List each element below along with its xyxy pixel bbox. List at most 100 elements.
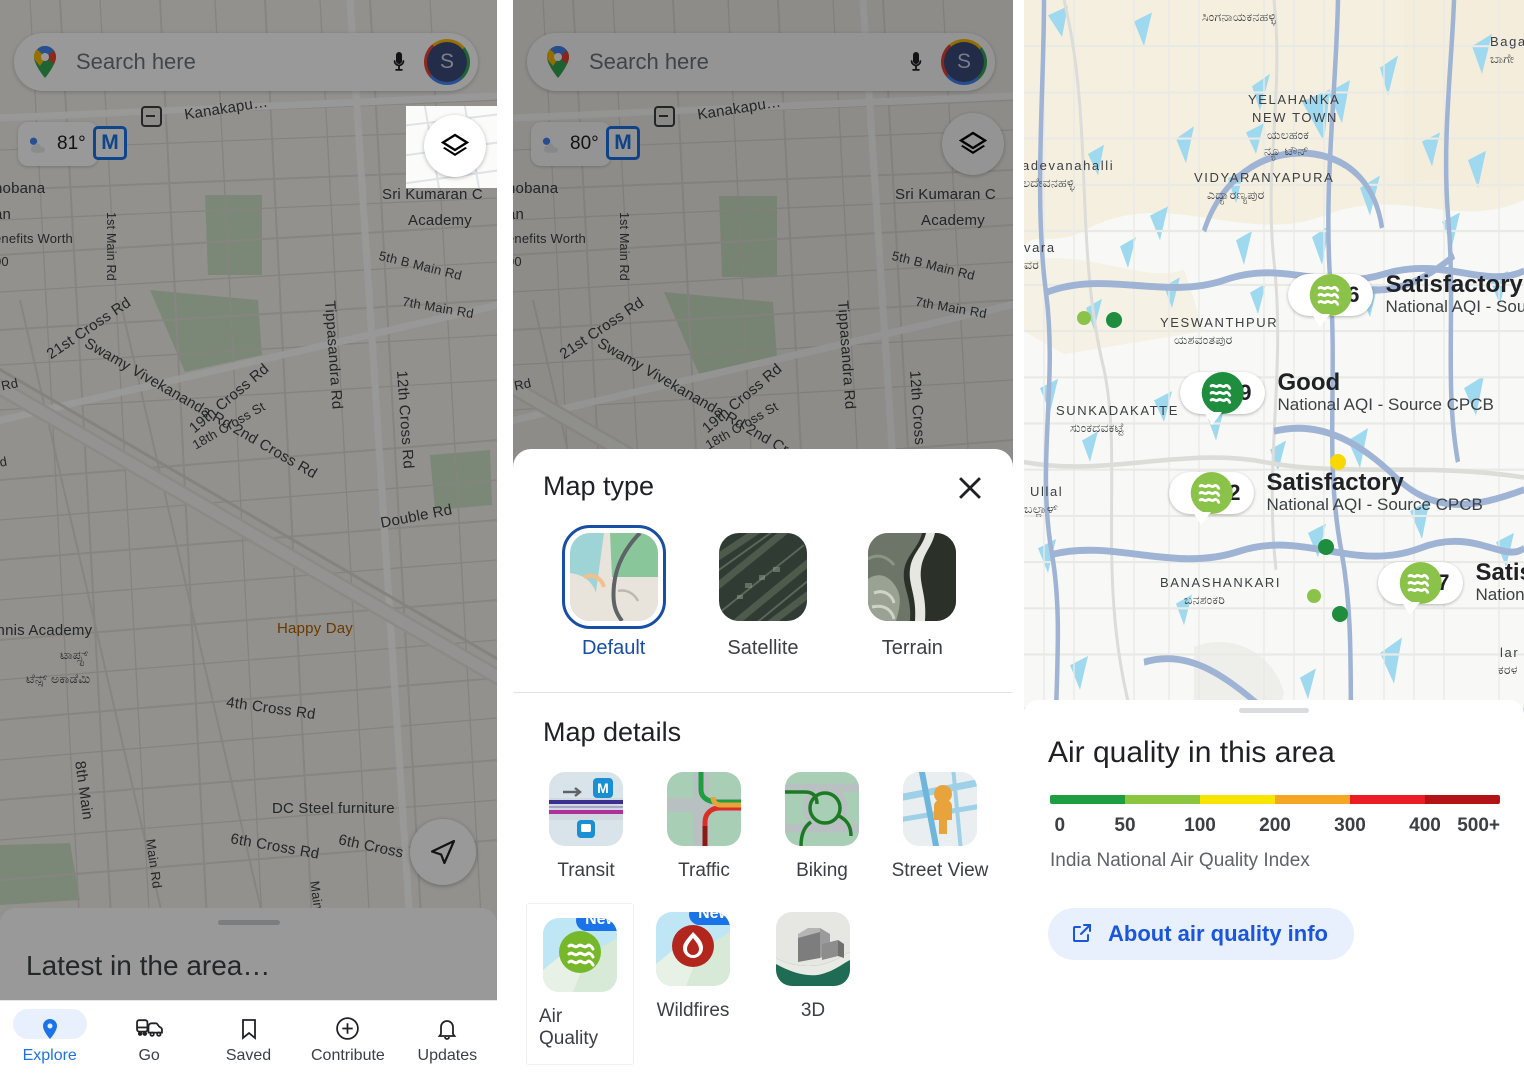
aqi-marker[interactable]: 39GoodNational AQI - Source CPCB [1180,370,1494,425]
sheet-grabber[interactable] [1239,708,1309,713]
biking-thumbnail [785,772,859,846]
map-label: ವರ [1024,258,1040,272]
aqi-station-dot[interactable] [1330,454,1346,470]
map-type-satellite[interactable]: Satellite [688,533,837,660]
search-input[interactable] [60,49,384,75]
nav-item-updates[interactable]: Updates [398,1001,497,1078]
layers-button[interactable] [942,113,1004,175]
map-label: ಸಿಂಗನಾಯಕನಹಳ್ಳಿ [1202,10,1277,24]
map-detail-label: Street View [891,860,989,881]
aqi-tick-label: 400 [1409,815,1441,836]
satellite-map-thumbnail [718,533,807,621]
aqi-category: Satisfactory [1385,271,1523,298]
aqi-value-pill[interactable]: 39 [1180,371,1266,425]
nav-item-go[interactable]: Go [99,1001,198,1078]
layers-button[interactable] [424,115,486,177]
aqi-marker[interactable]: 57SatisfactNational AQ [1378,560,1524,615]
aqi-gradient-bar [1050,795,1500,804]
map-detail-transit[interactable]: M Transit [527,764,645,882]
microphone-icon[interactable] [901,46,931,78]
map-type-default[interactable]: Default [539,525,688,660]
layers-icon [959,131,987,154]
weather-temperature: 81° [57,133,86,154]
map-detail-wildfires[interactable]: New Wildfires [633,904,753,1064]
map-type-terrain[interactable]: Terrain [838,533,987,660]
map-details-title: Map details [543,717,682,747]
air-quality-thumbnail: New [543,918,617,992]
map-label: ಟಾಪ್ಸ್ಟ್ [60,648,89,662]
aqi-tick-label: 0 [1054,815,1066,836]
weather-chip[interactable]: 81° [18,122,98,166]
sheet-title: Map type [543,471,655,501]
map-detail-biking[interactable]: Biking [763,764,881,882]
aqi-source: National AQI - Source CPCB [1266,495,1483,515]
aqi-value-pill[interactable]: 57 [1378,561,1464,615]
map-label: Baga [1490,34,1524,49]
aqi-value-pill[interactable]: 72 [1169,471,1255,525]
new-badge: New [689,912,730,925]
aqi-station-dot[interactable] [1106,312,1122,328]
aqi-source: National AQ [1475,585,1524,605]
map-detail-traffic[interactable]: Traffic [645,764,763,882]
air-quality-wave-icon [1381,561,1442,604]
transit-thumbnail: M [549,772,623,846]
map-label: NEW TOWN [1252,110,1338,125]
aqi-marker[interactable]: 72SatisfactoryNational AQI - Source CPCB [1169,470,1483,525]
search-bar[interactable]: S [14,33,478,91]
avatar[interactable]: S [424,39,470,85]
air-quality-wave-icon [1172,471,1233,514]
screenshot-stage: hobana an enefits Worth 00 Sri Kumaran C… [0,0,1524,1078]
sheet-title: Latest in the area… [26,950,271,981]
map-label: hobana [0,180,46,197]
map-label: Academy [921,212,985,229]
map-label-poi[interactable]: Happy Day [277,620,353,637]
aqi-caption: Satisfactory National AQI - Source CPCB [1266,470,1482,515]
nav-item-contribute[interactable]: Contribute [298,1001,397,1078]
microphone-icon[interactable] [384,46,414,78]
aqi-source: National AQI - Source CP [1385,297,1524,317]
commute-icon [135,1015,163,1043]
nav-item-saved[interactable]: Saved [199,1001,298,1078]
map-marker-icon [654,106,675,127]
sheet-grabber[interactable] [217,920,280,925]
aqi-station-dot[interactable] [1332,606,1348,622]
street-view-thumbnail [903,772,977,846]
avatar[interactable]: S [941,39,987,85]
map-type-label: Default [581,637,646,659]
air-quality-title: Air quality in this area [1048,736,1335,769]
map-detail-3d[interactable]: 3D [753,904,873,1064]
nav-item-explore[interactable]: Explore [0,1001,99,1078]
weather-chip[interactable]: 80° [531,122,611,166]
map-detail-label: Transit [557,860,615,881]
aqi-station-dot[interactable] [1307,589,1321,603]
aqi-station-dot[interactable] [1077,311,1091,325]
recenter-location-button[interactable] [410,819,476,885]
google-maps-pin-icon [543,45,573,79]
map-label: vara [1024,240,1056,255]
map-label: 1st Main Rd [104,212,118,281]
map-details-row-1: M Transit Traffic Biking Street View [513,748,1013,882]
map-label-poi[interactable]: DC Steel furniture [272,800,395,817]
map-type-options: Default Satellite Terrain [513,525,1013,660]
close-icon [959,477,981,499]
weather-temperature: 80° [570,133,599,154]
aqi-tick-label: 500+ [1457,815,1500,836]
aqi-tick-label: 100 [1184,815,1216,836]
3d-thumbnail [776,912,850,986]
wildfires-thumbnail: New [656,912,730,986]
about-air-quality-button[interactable]: About air quality info [1048,908,1354,960]
map-label: ಎದ್ಯಾರಣ್ಯಪುರ [1207,188,1265,202]
aqi-caption: SatisfactoryNational AQI - Source CP [1385,272,1524,317]
close-button[interactable] [953,471,987,505]
svg-text:M: M [597,780,609,796]
aqi-value-pill[interactable]: 76 [1288,273,1374,327]
search-bar[interactable]: S [527,33,995,91]
search-input[interactable] [573,49,901,75]
transit-metro-badge[interactable]: M [93,126,127,160]
aqi-station-dot[interactable] [1318,539,1334,555]
map-detail-air-quality[interactable]: New Air Quality [527,904,633,1064]
google-maps-pin-icon [30,45,60,79]
transit-metro-badge[interactable]: M [606,126,640,160]
map-detail-street-view[interactable]: Street View [881,764,999,882]
aqi-marker[interactable]: 76SatisfactoryNational AQI - Source CP [1288,272,1524,327]
